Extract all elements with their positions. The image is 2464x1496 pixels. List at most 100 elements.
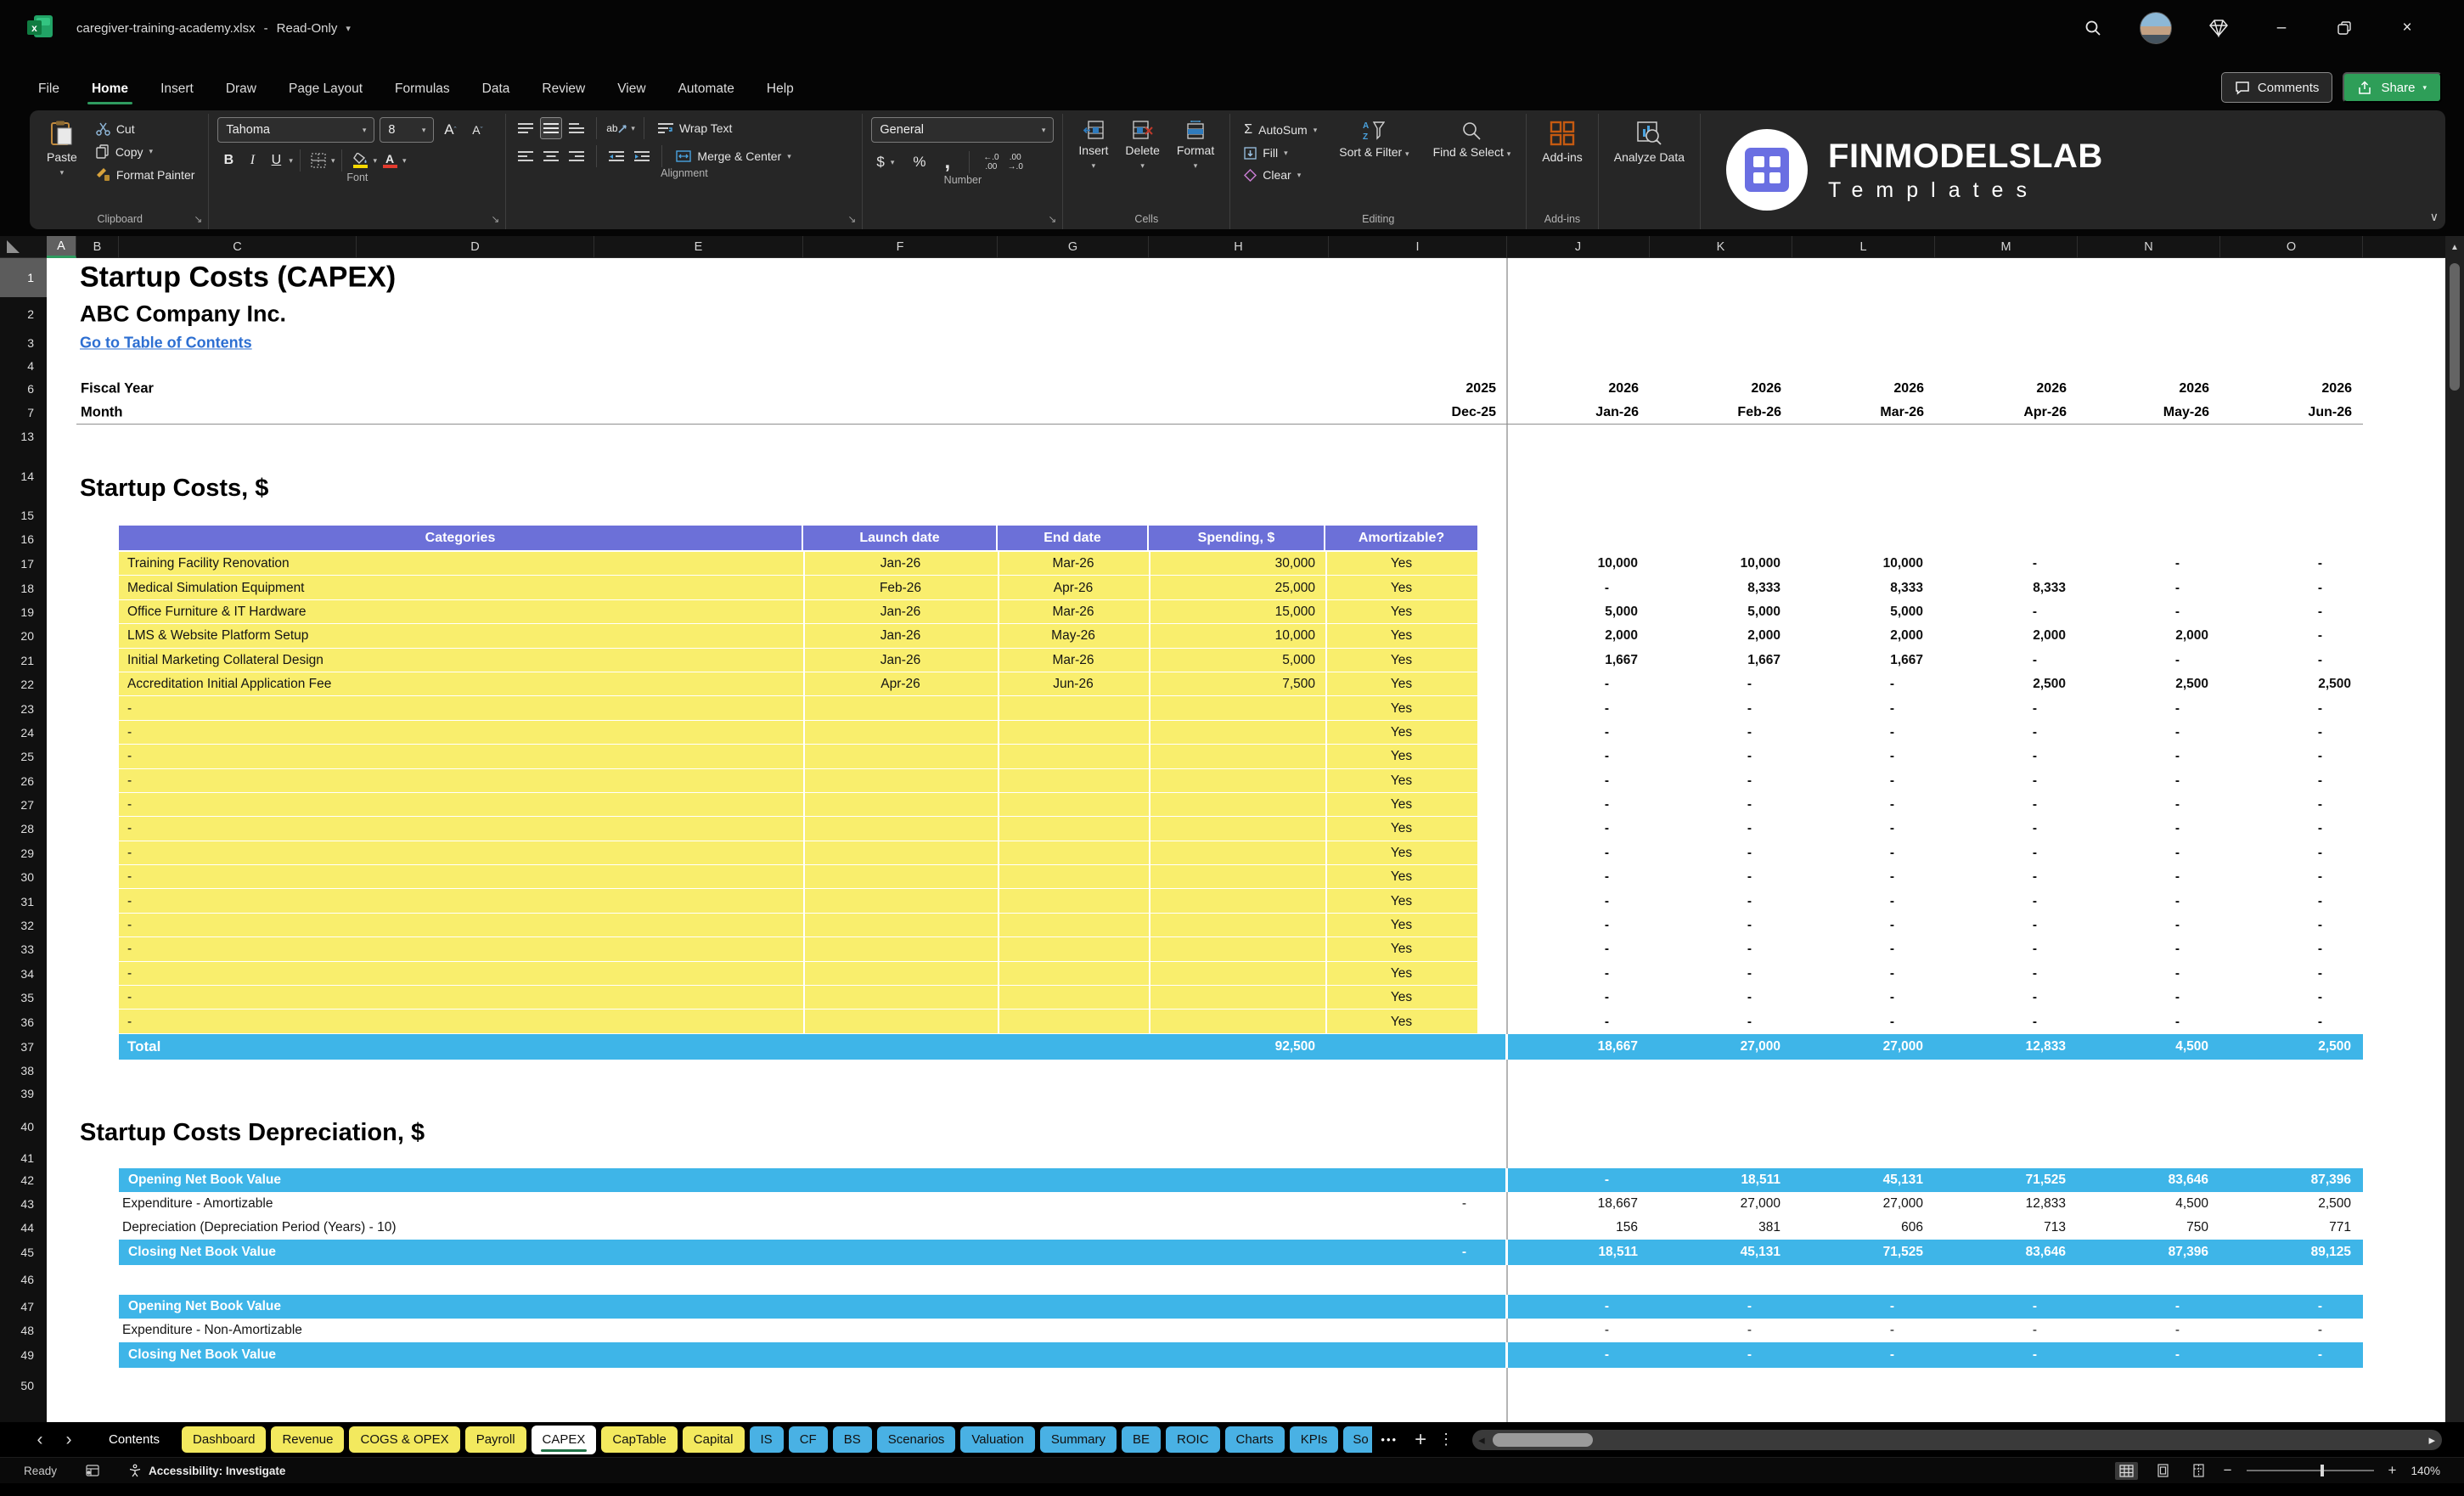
category-cell[interactable]: Office Furniture & IT Hardware (127, 605, 306, 620)
sheet-row-27[interactable]: - Yes - - - - - - (47, 792, 2464, 818)
zoom-out-button[interactable]: − (2224, 1462, 2232, 1479)
underline-chevron-icon[interactable]: ▾ (289, 156, 293, 166)
cell-value[interactable]: - (1747, 821, 1752, 836)
cell-value[interactable]: - (2175, 990, 2180, 1005)
sheet-row-29[interactable]: - Yes - - - - - - (47, 841, 2464, 866)
cell-value[interactable]: - (2318, 797, 2322, 813)
cell-value[interactable]: 71,525 (1883, 1245, 1923, 1260)
cell-value[interactable]: - (1605, 846, 1609, 861)
sheet-tab-capital[interactable]: Capital (682, 1426, 745, 1453)
amortizable-cell[interactable]: Yes (1325, 942, 1477, 957)
category-cell[interactable]: - (127, 942, 132, 957)
cell-value[interactable]: - (2033, 1347, 2037, 1363)
menu-tab-page-layout[interactable]: Page Layout (273, 73, 379, 110)
cell-value[interactable]: 2,000 (1890, 628, 1923, 644)
cell-value[interactable]: - (2175, 556, 2180, 571)
cell-value[interactable]: - (2175, 1347, 2180, 1363)
row-header-41[interactable]: 41 (0, 1149, 47, 1168)
cell-value[interactable]: - (2175, 821, 2180, 836)
sheet-row-25[interactable]: - Yes - - - - - - (47, 745, 2464, 769)
cell-value[interactable]: - (1605, 1015, 1609, 1030)
italic-button[interactable]: I (241, 149, 263, 172)
cell-value[interactable]: - (1462, 1245, 1466, 1260)
font-color-button[interactable]: A (379, 149, 401, 172)
sheet-tab-bs[interactable]: BS (832, 1426, 872, 1453)
row-header-37[interactable]: 37 (0, 1034, 47, 1060)
menu-tab-help[interactable]: Help (751, 73, 810, 110)
cell-value[interactable]: 10,000 (1598, 556, 1638, 571)
cost-table-row[interactable] (119, 792, 1477, 818)
cell-value[interactable]: 2,500 (2318, 1196, 2351, 1212)
sheet-row-45[interactable]: Closing Net Book Value - 18,511 45,131 71,52… (47, 1239, 2464, 1265)
font-size-combo[interactable]: 8 ▾ (380, 117, 435, 143)
amortizable-cell[interactable]: Yes (1325, 556, 1477, 571)
search-icon[interactable] (2062, 19, 2124, 37)
row-header-24[interactable]: 24 (0, 721, 47, 745)
cell-value[interactable]: - (1747, 846, 1752, 861)
more-sheets-icon[interactable]: ••• (1381, 1433, 1398, 1446)
row-header-48[interactable]: 48 (0, 1319, 47, 1342)
row-header-38[interactable]: 38 (0, 1060, 47, 1083)
sheet-tab-roic[interactable]: ROIC (1166, 1426, 1220, 1453)
cell-value[interactable]: 12,833 (2026, 1196, 2066, 1212)
cell-value[interactable]: 45,131 (1883, 1173, 1923, 1188)
zoom-slider-thumb[interactable] (2320, 1465, 2324, 1476)
cell-value[interactable]: - (2318, 653, 2322, 668)
row-header-20[interactable]: 20 (0, 624, 47, 648)
menu-tab-data[interactable]: Data (466, 73, 526, 110)
spending-cell[interactable]: 5,000 (1282, 653, 1315, 668)
cell-value[interactable]: - (2318, 894, 2322, 909)
sheet-row-31[interactable]: - Yes - - - - - - (47, 889, 2464, 914)
cell-value[interactable]: 71,525 (2026, 1173, 2066, 1188)
cost-table-row[interactable] (119, 576, 1477, 600)
row-header-18[interactable]: 18 (0, 576, 47, 599)
cell-value[interactable]: - (1605, 966, 1609, 981)
category-cell[interactable]: - (127, 894, 132, 909)
sheet-row-18[interactable]: Medical Simulation Equipment Feb-26 Apr-26… (47, 576, 2464, 600)
category-cell[interactable]: LMS & Website Platform Setup (127, 628, 308, 644)
cell-value[interactable]: - (2318, 773, 2322, 789)
sheet-row-6[interactable]: Fiscal Year 2025 2026 2026 2026 2026 2026 2026 (47, 377, 2464, 401)
cell-value[interactable]: - (1890, 966, 1894, 981)
addins-button[interactable]: Add-ins (1535, 117, 1589, 167)
increase-decimal-button[interactable]: ←.0 .00 (983, 153, 999, 172)
amortizable-cell[interactable]: Yes (1325, 773, 1477, 789)
font-dialog-launcher-icon[interactable]: ↘ (491, 213, 499, 225)
amortizable-cell[interactable]: Yes (1325, 581, 1477, 596)
cell-value[interactable]: - (1890, 990, 1894, 1005)
row-header-46[interactable]: 46 (0, 1265, 47, 1295)
amortizable-cell[interactable]: Yes (1325, 918, 1477, 933)
row-header-39[interactable]: 39 (0, 1083, 47, 1105)
cell-value[interactable]: - (1605, 918, 1609, 933)
cell-value[interactable]: - (2318, 1347, 2322, 1363)
cost-table-header-5[interactable]: Amortizable? (1325, 526, 1477, 550)
category-cell[interactable]: - (127, 846, 132, 861)
cell-value[interactable]: - (1462, 1196, 1466, 1212)
menu-tab-file[interactable]: File (22, 73, 76, 110)
sheet-row-17[interactable]: Training Facility Renovation Jan-26 Mar-26… (47, 552, 2464, 576)
font-name-combo[interactable]: Tahoma ▾ (217, 117, 375, 143)
number-format-combo[interactable]: General ▾ (871, 117, 1055, 143)
merge-center-button[interactable]: Merge & Center ▾ (671, 146, 796, 166)
excel-app-icon[interactable]: x (27, 15, 53, 41)
cell-value[interactable]: - (2318, 918, 2322, 933)
row-header-25[interactable]: 25 (0, 745, 47, 768)
cell-value[interactable]: - (1747, 990, 1752, 1005)
cell-value[interactable]: - (2318, 725, 2322, 740)
launch-date-cell[interactable]: Jan-26 (803, 556, 998, 571)
restore-button[interactable] (2313, 21, 2376, 35)
row-header-1[interactable]: 1 (0, 258, 47, 297)
row-header-43[interactable]: 43 (0, 1192, 47, 1216)
cell-value[interactable]: - (1890, 773, 1894, 789)
spending-cell[interactable]: 15,000 (1275, 605, 1315, 620)
column-header-J[interactable]: J (1507, 236, 1650, 258)
row-header-42[interactable]: 42 (0, 1168, 47, 1192)
cost-table-row[interactable] (119, 841, 1477, 866)
sort-filter-button[interactable]: AZ Sort & Filter ▾ (1332, 117, 1415, 162)
cell-value[interactable]: - (1890, 1323, 1894, 1338)
cell-value[interactable]: - (1747, 1347, 1752, 1363)
cost-table-row[interactable] (119, 552, 1477, 576)
cell-value[interactable]: 87,396 (2311, 1173, 2351, 1188)
cell-value[interactable]: 2,500 (2175, 677, 2208, 692)
align-center-icon[interactable] (540, 145, 562, 167)
